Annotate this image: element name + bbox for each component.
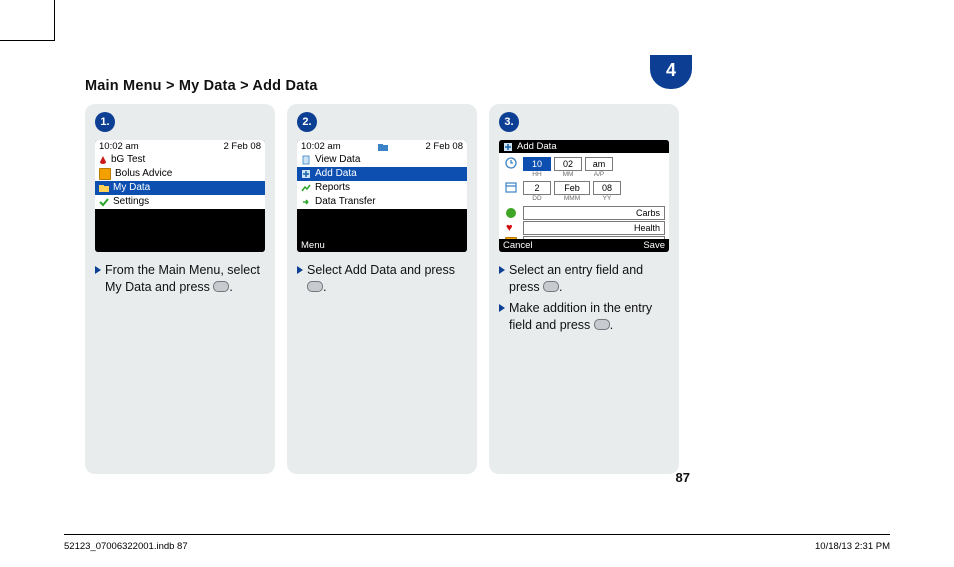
time-entry-row: 10HH 02MM amA/P: [499, 155, 669, 181]
instruction-text: Select Add Data and press .: [307, 262, 467, 296]
soft-key-right: Save: [643, 240, 665, 251]
status-time: 10:02 am: [301, 141, 341, 152]
device-screen-1: 10:02 am 2 Feb 08 bG Test Bolus Advice: [95, 140, 265, 252]
menu-item-my-data: My Data: [95, 181, 265, 195]
label-mm: MM: [554, 171, 582, 178]
date-entry-row: 2DD FebMMM 08YY: [499, 181, 669, 205]
field-mmm: Feb: [554, 181, 590, 195]
instruction-list: From the Main Menu, select My Data and p…: [95, 262, 265, 296]
field-hh: 10: [523, 157, 551, 171]
crop-mark-horizontal: [0, 40, 55, 41]
footer-timestamp: 10/18/13 2:31 PM: [815, 541, 890, 552]
menu-item-view-data: View Data: [297, 153, 467, 167]
instruction: From the Main Menu, select My Data and p…: [95, 262, 265, 296]
step-badge: 3.: [499, 112, 519, 132]
menu-label: Settings: [113, 195, 149, 209]
screen-title: Add Data: [517, 141, 557, 152]
folder-icon: [378, 142, 388, 152]
add-icon: [301, 169, 311, 179]
step-card-2: 2. 10:02 am 2 Feb 08 View Data: [287, 104, 477, 474]
bullet-icon: [499, 304, 505, 312]
step-card-3: 3. Add Data 10HH: [489, 104, 679, 474]
status-time: 10:02 am: [99, 141, 139, 152]
breadcrumb: Main Menu > My Data > Add Data: [85, 78, 695, 94]
device-screen-2: 10:02 am 2 Feb 08 View Data: [297, 140, 467, 252]
bullet-icon: [499, 266, 505, 274]
instruction: Make addition in the entry field and pre…: [499, 300, 669, 334]
label-yy: YY: [593, 195, 621, 202]
entry-row-carbs: Carbs: [499, 205, 669, 220]
blood-drop-icon: [99, 156, 107, 164]
field-ap: am: [585, 157, 613, 171]
menu-label: Data Transfer: [315, 195, 376, 209]
soft-key-left: Menu: [301, 240, 325, 251]
instruction-list: Select Add Data and press .: [297, 262, 467, 296]
check-icon: [99, 197, 109, 207]
instruction: Select Add Data and press .: [297, 262, 467, 296]
bullet-icon: [297, 266, 303, 274]
page-number: 87: [650, 470, 690, 485]
step-badge: 2.: [297, 112, 317, 132]
soft-key-bar: Menu: [297, 239, 467, 252]
instruction-text: Select an entry field and press .: [509, 262, 669, 296]
menu-label: Add Data: [315, 167, 357, 181]
instruction-text: Make addition in the entry field and pre…: [509, 300, 669, 334]
transfer-icon: [301, 197, 311, 207]
soft-key-bar: Cancel Save: [499, 239, 669, 252]
soft-key-left: Cancel: [503, 240, 533, 251]
apple-icon: [506, 208, 516, 218]
title-bar: Add Data: [499, 140, 669, 153]
add-icon: [503, 142, 513, 152]
menu-item-add-data: Add Data: [297, 167, 467, 181]
field-carbs: Carbs: [523, 206, 665, 220]
menu-label: bG Test: [111, 153, 145, 167]
menu-item-data-transfer: Data Transfer: [297, 195, 467, 209]
ok-button-icon: [307, 281, 323, 292]
field-mm: 02: [554, 157, 582, 171]
step-badge: 1.: [95, 112, 115, 132]
instruction-text: From the Main Menu, select My Data and p…: [105, 262, 265, 296]
bullet-icon: [95, 266, 101, 274]
ok-button-icon: [594, 319, 610, 330]
menu-item-settings: Settings: [95, 195, 265, 209]
status-bar: 10:02 am 2 Feb 08: [297, 140, 467, 153]
field-dd: 2: [523, 181, 551, 195]
entry-row-health: ♥ Health: [499, 220, 669, 235]
chart-icon: [301, 183, 311, 193]
instruction-list: Select an entry field and press . Make a…: [499, 262, 669, 334]
footer-file: 52123_07006322001.indb 87: [64, 541, 188, 552]
status-bar: 10:02 am 2 Feb 08: [95, 140, 265, 153]
label-hh: HH: [523, 171, 551, 178]
instruction: Select an entry field and press .: [499, 262, 669, 296]
clock-icon: [503, 157, 519, 169]
step-card-1: 1. 10:02 am 2 Feb 08 bG Test Bolus Advic…: [85, 104, 275, 474]
crop-mark-vertical: [54, 0, 55, 40]
step-cards: 1. 10:02 am 2 Feb 08 bG Test Bolus Advic…: [85, 104, 695, 474]
menu-label: View Data: [315, 153, 360, 167]
menu-label: My Data: [113, 181, 150, 195]
menu-item-reports: Reports: [297, 181, 467, 195]
folder-icon: [99, 183, 109, 193]
status-date: 2 Feb 08: [426, 141, 464, 152]
label-ap: A/P: [585, 171, 613, 178]
ok-button-icon: [213, 281, 229, 292]
status-date: 2 Feb 08: [224, 141, 262, 152]
menu-label: Reports: [315, 181, 350, 195]
label-dd: DD: [523, 195, 551, 202]
field-health: Health: [523, 221, 665, 235]
menu-item-bgtest: bG Test: [95, 153, 265, 167]
field-yy: 08: [593, 181, 621, 195]
calendar-icon: [503, 181, 519, 193]
ok-button-icon: [543, 281, 559, 292]
bolus-icon: [99, 168, 111, 180]
device-screen-3: Add Data 10HH 02MM amA/P: [499, 140, 669, 252]
menu-item-bolus-advice: Bolus Advice: [95, 167, 265, 181]
footer-slug: 52123_07006322001.indb 87 10/18/13 2:31 …: [64, 534, 890, 552]
heart-icon: ♥: [506, 223, 516, 233]
document-icon: [301, 155, 311, 165]
menu-label: Bolus Advice: [115, 167, 172, 181]
label-mmm: MMM: [554, 195, 590, 202]
